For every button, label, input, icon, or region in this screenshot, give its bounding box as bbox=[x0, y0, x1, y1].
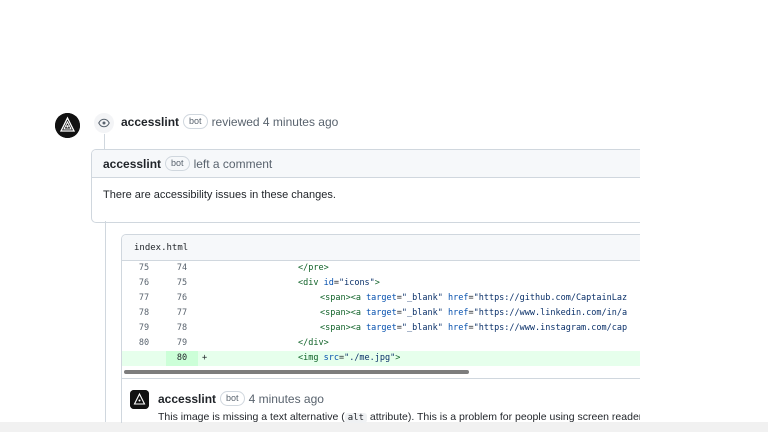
scrollbar-thumb[interactable] bbox=[124, 370, 469, 374]
new-line-number[interactable]: 75 bbox=[166, 276, 198, 291]
old-line-number[interactable]: 75 bbox=[132, 261, 156, 276]
old-line-number[interactable]: 79 bbox=[132, 321, 156, 336]
right-edge-fade bbox=[640, 0, 768, 422]
accesslint-logo-icon bbox=[55, 113, 80, 138]
code-line: </pre> bbox=[298, 263, 329, 273]
inline-comment-author[interactable]: accesslint bbox=[158, 392, 216, 406]
inline-review-comment: accesslint bot 4 minutes ago This image … bbox=[122, 378, 652, 423]
bot-badge: bot bbox=[220, 391, 245, 406]
accesslint-avatar-small[interactable] bbox=[130, 390, 149, 409]
inline-comment-header: accesslint bot 4 minutes ago bbox=[158, 391, 324, 406]
code-line: <div id="icons"> bbox=[298, 278, 380, 288]
thread-connector bbox=[105, 221, 106, 422]
accesslint-logo-icon bbox=[130, 390, 149, 409]
old-line-number[interactable]: 77 bbox=[132, 291, 156, 306]
diff-row[interactable]: 76 75 <div id="icons"> bbox=[122, 276, 652, 291]
old-line-number[interactable]: 76 bbox=[132, 276, 156, 291]
new-line-number[interactable]: 78 bbox=[166, 321, 198, 336]
accesslint-avatar[interactable] bbox=[55, 113, 80, 138]
old-line-number[interactable]: 80 bbox=[132, 336, 156, 351]
code-line: <span><a target="_blank" href="https://w… bbox=[320, 308, 628, 318]
new-line-number[interactable]: 80 bbox=[166, 351, 198, 366]
new-line-number[interactable]: 79 bbox=[166, 336, 198, 351]
file-name[interactable]: index.html bbox=[122, 235, 652, 261]
comment-text-part: This image is missing a text alternative… bbox=[158, 411, 345, 423]
eye-icon bbox=[93, 112, 115, 134]
horizontal-scrollbar[interactable] bbox=[122, 369, 652, 374]
code-line: <img src="./me.jpg"> bbox=[298, 353, 401, 363]
diff-row[interactable]: 78 77 <span><a target="_blank" href="https… bbox=[122, 306, 652, 321]
review-comment-header: accesslint bot left a comment bbox=[92, 150, 652, 178]
code-line: <span><a target="_blank" href="https://w… bbox=[320, 323, 628, 333]
diff-row[interactable]: 80 79 </div> bbox=[122, 336, 652, 351]
diff-table: 75 74 </pre> 76 75 <div id="icons"> 77 76 <span>… bbox=[122, 261, 652, 366]
diff-row[interactable]: 79 78 <span><a target="_blank" href="https… bbox=[122, 321, 652, 336]
bot-badge: bot bbox=[165, 156, 190, 171]
comment-author-link[interactable]: accesslint bbox=[103, 157, 161, 171]
bot-badge: bot bbox=[183, 114, 208, 129]
inline-comment-text: This image is missing a text alternative… bbox=[158, 411, 648, 423]
diff-row[interactable]: 77 76 <span><a target="_blank" href="https… bbox=[122, 291, 652, 306]
review-comment-box: accesslint bot left a comment There are … bbox=[91, 149, 652, 223]
code-line: <span><a target="_blank" href="https://g… bbox=[320, 293, 628, 303]
review-author-link[interactable]: accesslint bbox=[121, 115, 179, 129]
inline-code: alt bbox=[344, 413, 367, 423]
timeline-connector bbox=[104, 131, 105, 151]
page-bottom-band bbox=[0, 422, 768, 432]
comment-action-text: left a comment bbox=[193, 156, 273, 171]
comment-text-part: attribute). This is a problem for people… bbox=[367, 411, 648, 423]
review-action-text[interactable]: reviewed 4 minutes ago bbox=[212, 115, 339, 129]
diff-row-added[interactable]: 80 + <img src="./me.jpg"> bbox=[122, 351, 652, 366]
diff-row[interactable]: 75 74 </pre> bbox=[122, 261, 652, 276]
diff-file-box: index.html 75 74 </pre> 76 75 <div id="icons"… bbox=[121, 234, 652, 423]
new-line-number[interactable]: 77 bbox=[166, 306, 198, 321]
diff-marker: + bbox=[202, 353, 208, 363]
review-header: accesslint bot reviewed 4 minutes ago bbox=[121, 114, 338, 129]
new-line-number[interactable]: 74 bbox=[166, 261, 198, 276]
code-line: </div> bbox=[298, 338, 329, 348]
inline-comment-time[interactable]: 4 minutes ago bbox=[249, 392, 324, 406]
review-comment-body: There are accessibility issues in these … bbox=[103, 189, 336, 201]
new-line-number[interactable]: 76 bbox=[166, 291, 198, 306]
old-line-number[interactable]: 78 bbox=[132, 306, 156, 321]
